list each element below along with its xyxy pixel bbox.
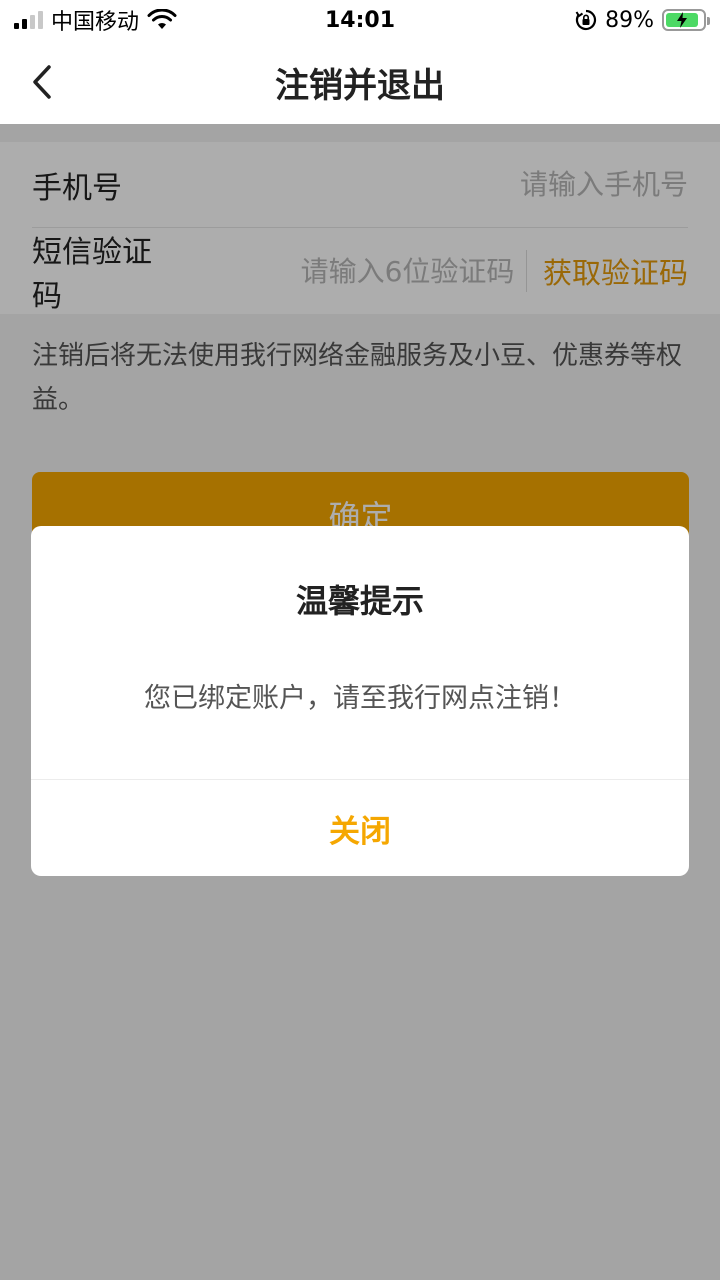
- status-right: 89%: [575, 7, 710, 33]
- battery-charging-icon: [662, 9, 710, 31]
- nav-bar: 注销并退出: [0, 40, 720, 124]
- signal-icon: [14, 11, 43, 29]
- status-bar: 中国移动 14:01 89%: [0, 0, 720, 40]
- chevron-left-icon: [33, 65, 51, 99]
- back-button[interactable]: [22, 58, 62, 106]
- page-title: 注销并退出: [275, 65, 445, 106]
- battery-percent: 89%: [605, 7, 654, 33]
- dialog-message: 您已绑定账户，请至我行网点注销！: [144, 683, 576, 714]
- close-button[interactable]: 关闭: [31, 780, 689, 876]
- screen: 中国移动 14:01 89% 注销并退出 手机号 请输入手机号 短信验证码 请输…: [0, 0, 720, 1280]
- carrier-name: 中国移动: [51, 10, 140, 35]
- status-left: 中国移动: [14, 4, 177, 36]
- dialog-title: 温馨提示: [295, 582, 424, 620]
- rotation-lock-icon: [575, 9, 597, 31]
- alert-dialog: 温馨提示 您已绑定账户，请至我行网点注销！ 关闭: [31, 526, 689, 876]
- wifi-icon: [147, 9, 177, 29]
